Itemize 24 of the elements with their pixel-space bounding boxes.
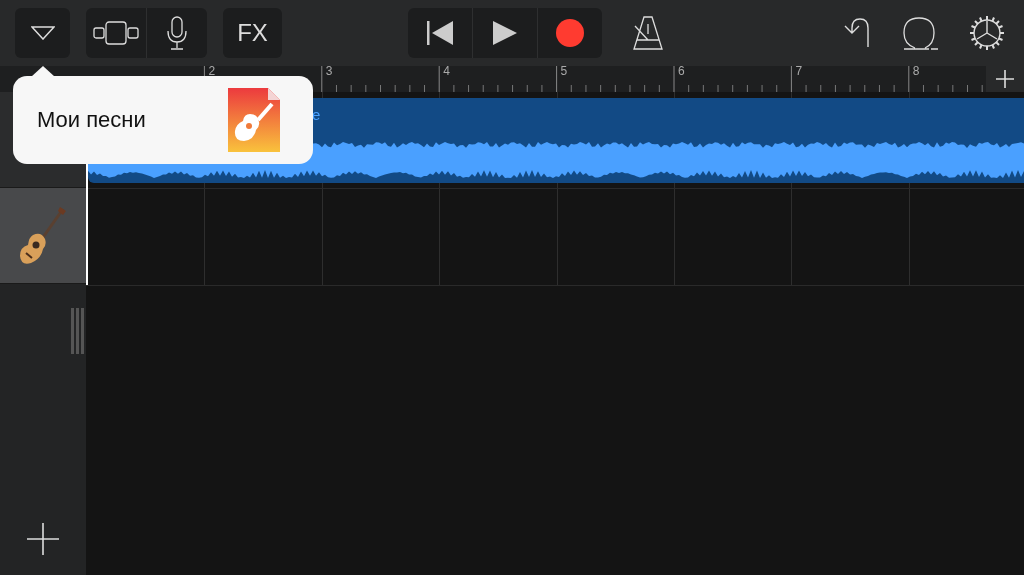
settings-icon (969, 15, 1005, 51)
plus-icon (27, 523, 59, 555)
document-guitar-icon (228, 88, 280, 152)
bar-number: 4 (443, 66, 450, 76)
bar-number: 5 (560, 66, 568, 76)
bar-number: 8 (912, 66, 920, 76)
bar-number: 6 (678, 66, 685, 76)
resize-handle[interactable] (71, 308, 84, 354)
fx-button[interactable]: FX (223, 8, 282, 58)
skip-back-icon (426, 20, 454, 46)
bar-number: 2 (208, 66, 216, 76)
triangle-down-icon (30, 26, 55, 40)
dropdown-button[interactable] (15, 8, 70, 58)
play-icon (492, 20, 518, 46)
microphone-icon (167, 16, 187, 50)
bar-number: 7 (795, 66, 803, 76)
acoustic-guitar-icon (19, 204, 67, 267)
plus-icon (996, 70, 1014, 88)
record-icon (556, 19, 584, 47)
loop-icon (903, 16, 939, 50)
bar-number: 3 (325, 66, 333, 76)
tracks-view-icon (93, 21, 139, 45)
metronome-icon (633, 16, 663, 50)
region-name: e (312, 106, 321, 123)
